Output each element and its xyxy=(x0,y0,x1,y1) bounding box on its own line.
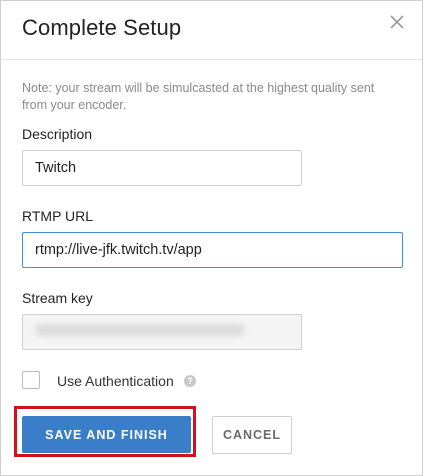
close-icon[interactable] xyxy=(386,11,408,33)
help-icon[interactable]: ? xyxy=(184,375,196,387)
use-authentication-checkbox[interactable] xyxy=(22,371,40,389)
complete-setup-dialog: Complete Setup Note: your stream will be… xyxy=(0,0,423,476)
cancel-button[interactable]: CANCEL xyxy=(212,416,292,454)
use-authentication-label: Use Authentication xyxy=(57,373,174,389)
save-and-finish-button[interactable]: SAVE AND FINISH xyxy=(22,416,191,453)
description-field[interactable] xyxy=(22,150,302,186)
description-label: Description xyxy=(22,126,93,142)
stream-key-label: Stream key xyxy=(22,290,93,306)
rtmp-url-field[interactable] xyxy=(22,232,403,268)
dialog-header: Complete Setup xyxy=(1,1,422,60)
rtmp-url-label: RTMP URL xyxy=(22,208,94,224)
stream-key-redaction xyxy=(35,324,245,336)
dialog-title: Complete Setup xyxy=(22,15,182,40)
simulcast-note: Note: your stream will be simulcasted at… xyxy=(22,81,375,112)
